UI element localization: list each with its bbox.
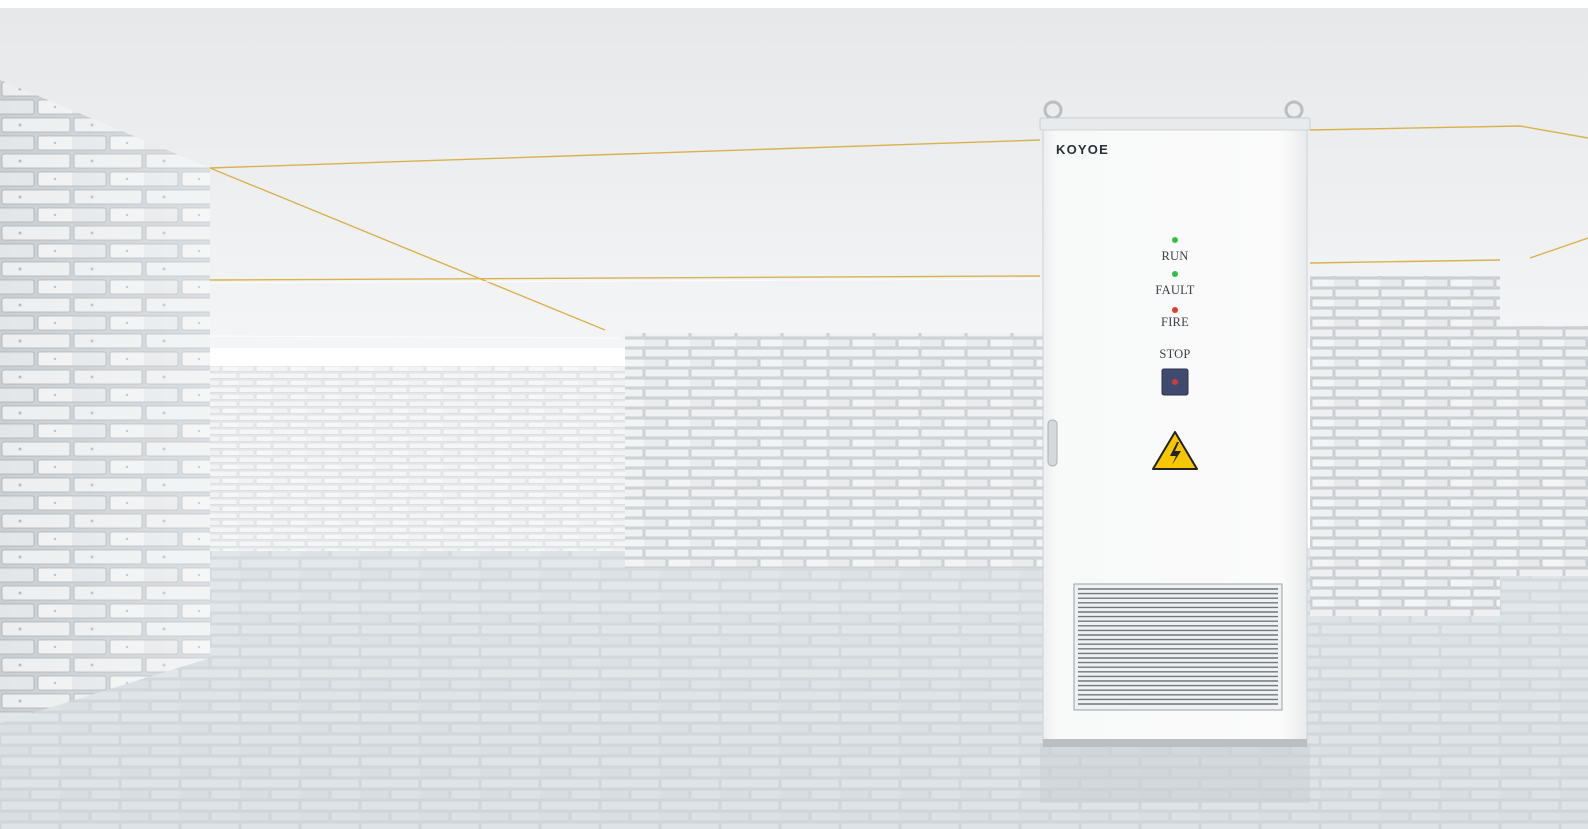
fault-label: FAULT [1155, 283, 1194, 297]
door-handle[interactable] [1047, 419, 1058, 467]
fire-led [1172, 307, 1178, 313]
emergency-stop-button[interactable] [1161, 368, 1189, 396]
cabinet-reflection [1040, 743, 1310, 803]
left-brick-wall [0, 80, 210, 723]
stop-label: STOP [1159, 347, 1190, 361]
fault-led [1172, 271, 1178, 277]
brand-logo: KOYOE [1056, 142, 1109, 157]
fire-label: FIRE [1161, 315, 1189, 329]
run-label: RUN [1162, 249, 1189, 263]
run-led [1172, 237, 1178, 243]
energy-storage-cabinet: KOYOE RUN FAULT FIRE STOP [1039, 100, 1311, 747]
storage-cabinet-scene: KOYOE RUN FAULT FIRE STOP [0, 8, 1588, 829]
